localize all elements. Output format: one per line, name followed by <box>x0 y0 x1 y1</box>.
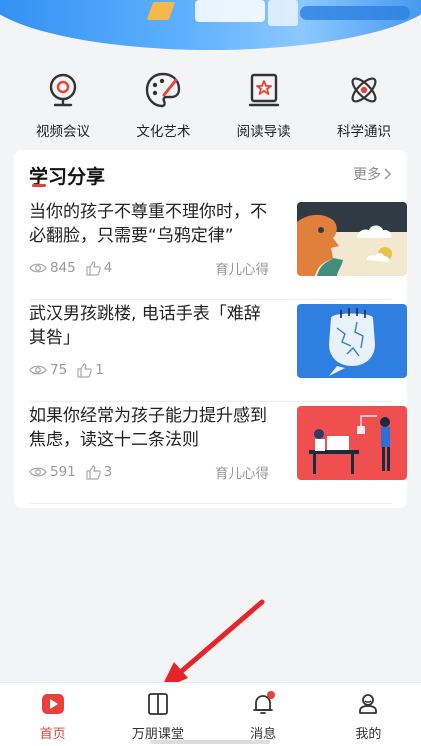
home-indicator <box>150 740 270 744</box>
likes-stat[interactable]: 1 <box>77 362 104 378</box>
tab-classroom[interactable]: 万朋课堂 <box>105 683 210 746</box>
learning-share-card: 学习分享 更多 当你的孩子不尊重不理你时，不必翻脸，只需要“乌鸦定律” 845 … <box>14 150 407 508</box>
quick-nav-label: 文化艺术 <box>136 124 191 140</box>
likes-count: 4 <box>103 260 113 276</box>
tab-label: 首页 <box>39 727 66 742</box>
quick-nav-label: 科学通识 <box>336 124 391 140</box>
banner-decoration <box>300 6 410 20</box>
likes-count: 1 <box>95 362 104 378</box>
bell-icon <box>250 691 276 717</box>
views-stat: 591 <box>29 464 76 480</box>
banner-decoration <box>268 0 298 26</box>
eye-icon <box>29 263 47 273</box>
article-thumbnail <box>297 304 407 378</box>
likes-stat[interactable]: 4 <box>86 260 113 276</box>
views-stat: 845 <box>29 260 76 276</box>
article-title: 武汉男孩跳楼, 电话手表「难辞其咎」 <box>29 304 261 348</box>
palette-icon <box>143 70 183 110</box>
likes-count: 3 <box>103 464 113 480</box>
article-stats: 75 1 <box>29 360 274 380</box>
eye-icon <box>29 365 47 375</box>
chevron-right-icon <box>384 168 392 180</box>
top-banner[interactable] <box>0 0 421 58</box>
card-header: 学习分享 更多 <box>29 162 392 188</box>
tab-label: 我的 <box>355 727 382 742</box>
quick-nav-science[interactable]: 科学通识 <box>323 60 405 146</box>
views-count: 845 <box>50 260 76 276</box>
tab-home[interactable]: 首页 <box>0 683 105 746</box>
thumbs-up-icon <box>77 362 92 378</box>
webcam-icon <box>43 70 83 110</box>
article-thumbnail <box>297 406 407 480</box>
more-button[interactable]: 更多 <box>353 164 392 184</box>
quick-nav-label: 视频会议 <box>36 124 90 140</box>
views-count: 591 <box>50 464 76 480</box>
tab-messages[interactable]: 消息 <box>211 683 316 746</box>
article-item[interactable]: 当你的孩子不尊重不理你时，不必翻脸，只需要“乌鸦定律” 845 4 育儿心得 <box>29 200 407 300</box>
play-home-icon <box>40 691 66 717</box>
article-category-tag: 育儿心得 <box>215 262 269 278</box>
open-book-icon <box>145 691 171 717</box>
views-count: 75 <box>50 362 68 378</box>
views-stat: 75 <box>29 362 67 378</box>
book-icon <box>244 70 284 110</box>
eye-icon <box>29 467 47 477</box>
article-title: 当你的孩子不尊重不理你时，不必翻脸，只需要“乌鸦定律” <box>29 202 267 246</box>
thumbs-up-icon <box>86 260 101 276</box>
article-item[interactable]: 如果你经常为孩子能力提升感到焦虑，读这十二条法则 591 3 育儿心得 <box>29 404 407 504</box>
quick-nav-culture-art[interactable]: 文化艺术 <box>122 60 204 146</box>
quick-nav-reading-guide[interactable]: 阅读导读 <box>223 60 305 146</box>
atom-icon <box>344 70 384 110</box>
banner-decoration <box>195 0 265 22</box>
quick-nav-video-meeting[interactable]: 视频会议 <box>22 60 104 146</box>
quick-nav: 视频会议 文化艺术 阅读导读 科学通识 <box>0 60 421 146</box>
user-icon <box>355 691 381 717</box>
title-accent-underline <box>32 184 46 187</box>
article-category-tag: 育儿心得 <box>215 466 269 482</box>
article-thumbnail <box>297 202 407 276</box>
quick-nav-label: 阅读导读 <box>236 124 291 140</box>
article-item[interactable]: 武汉男孩跳楼, 电话手表「难辞其咎」 75 1 <box>29 302 407 402</box>
more-label: 更多 <box>353 167 381 183</box>
likes-stat[interactable]: 3 <box>86 464 113 480</box>
tab-profile[interactable]: 我的 <box>316 683 421 746</box>
thumbs-up-icon <box>86 464 101 480</box>
article-title: 如果你经常为孩子能力提升感到焦虑，读这十二条法则 <box>29 406 267 450</box>
bottom-tab-bar: 首页 万朋课堂 消息 我的 <box>0 682 421 746</box>
